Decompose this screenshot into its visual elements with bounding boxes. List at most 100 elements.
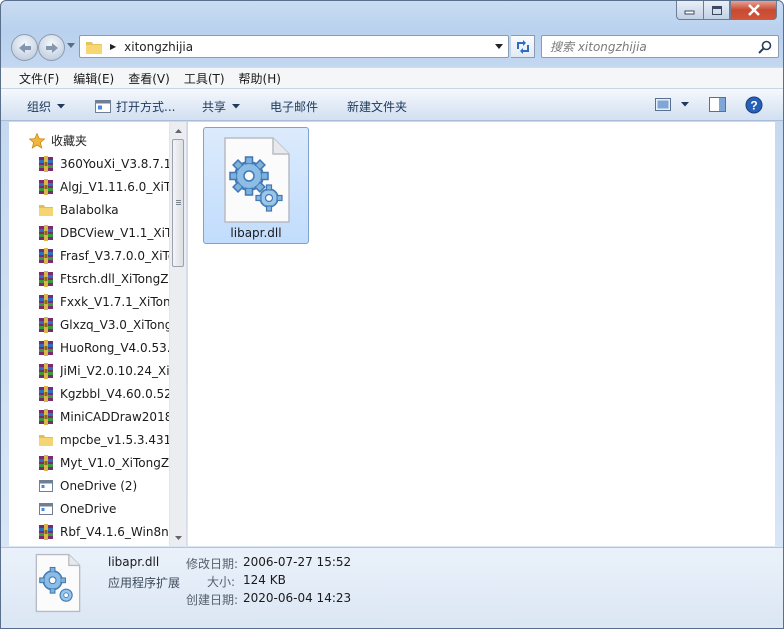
- breadcrumb-separator-icon[interactable]: ▶: [110, 42, 116, 51]
- details-file-name: libapr.dll: [108, 555, 160, 569]
- nav-item[interactable]: MiniCADDraw2018: [9, 405, 171, 428]
- maximize-button[interactable]: [703, 1, 730, 20]
- scroll-down-button[interactable]: [170, 529, 186, 546]
- scroll-up-button[interactable]: [170, 122, 186, 139]
- change-view-icon[interactable]: [655, 98, 671, 111]
- preview-pane-icon[interactable]: [709, 97, 726, 112]
- archive-icon: [39, 224, 53, 241]
- open-with-label: 打开方式...: [116, 100, 176, 114]
- nav-item[interactable]: Fxxk_V1.7.1_XiTong: [9, 290, 171, 313]
- file-item[interactable]: libapr.dll: [203, 127, 309, 244]
- archive-icon: [39, 339, 53, 356]
- address-bar[interactable]: ▶ xitongzhijia: [79, 35, 509, 58]
- back-button[interactable]: [11, 34, 38, 61]
- details-created-value-row: 2020-06-04 14:23: [243, 591, 351, 605]
- archive-icon: [39, 362, 53, 379]
- nav-item[interactable]: Kgzbbl_V4.60.0.520: [9, 382, 171, 405]
- menu-tools[interactable]: 工具(T): [177, 70, 232, 87]
- file-list[interactable]: libapr.dll: [188, 122, 775, 546]
- archive-icon: [39, 523, 53, 540]
- scroll-up-icon: [174, 128, 182, 133]
- window-icon: [39, 479, 53, 492]
- nav-item[interactable]: mpcbe_v1.5.3.4312: [9, 428, 171, 451]
- nav-item[interactable]: OneDrive: [9, 497, 171, 520]
- nav-item[interactable]: HuoRong_V4.0.53.6: [9, 336, 171, 359]
- archive-icon: [39, 385, 53, 402]
- refresh-button[interactable]: [511, 35, 535, 58]
- explorer-window: ▶ xitongzhijia 文件(F) 编辑(E) 查看(V) 工具(T) 帮…: [0, 0, 784, 629]
- details-file-type: 应用程序扩展: [108, 576, 181, 590]
- arrow-left-icon: [18, 42, 31, 53]
- nav-item[interactable]: Myt_V1.0_XiTongZH: [9, 451, 171, 474]
- favorites-node[interactable]: 收藏夹: [9, 129, 171, 152]
- nav-item[interactable]: Rbf_V4.1.6_Win8net: [9, 520, 171, 543]
- nav-item-label: Glxzq_V3.0_XiTongZ: [60, 317, 171, 332]
- share-button[interactable]: 共享: [202, 98, 241, 115]
- archive-icon: [39, 408, 53, 425]
- address-dropdown-icon[interactable]: [495, 44, 503, 50]
- folder-icon: [39, 434, 53, 446]
- archive-icon: [39, 247, 53, 264]
- chevron-down-icon: [232, 104, 241, 109]
- menu-view[interactable]: 查看(V): [121, 70, 177, 87]
- forward-button[interactable]: [38, 34, 65, 61]
- dll-gear-icon: [35, 553, 81, 613]
- close-icon: [747, 4, 760, 16]
- nav-item[interactable]: JiMi_V2.0.10.24_XiT: [9, 359, 171, 382]
- favorites-label: 收藏夹: [51, 134, 88, 148]
- navigation-pane: 收藏夹 360YouXi_V3.8.7.10 Algj_V1.11.6.0_XiT…: [9, 122, 187, 546]
- nav-item-label: OneDrive (2): [60, 478, 138, 493]
- svg-text:?: ?: [750, 99, 757, 113]
- dll-gear-icon: [224, 137, 290, 223]
- star-icon: [29, 132, 45, 149]
- email-button[interactable]: 电子邮件: [270, 98, 318, 115]
- recent-pages-chevron-icon[interactable]: [67, 43, 75, 49]
- archive-icon: [39, 178, 53, 195]
- nav-item-label: Fxxk_V1.7.1_XiTong: [60, 294, 171, 309]
- nav-item[interactable]: Ftsrch.dll_XiTongZh: [9, 267, 171, 290]
- file-name: libapr.dll: [230, 226, 282, 240]
- minimize-button[interactable]: [676, 1, 703, 20]
- nav-item-label: 360YouXi_V3.8.7.10: [60, 156, 171, 171]
- search-input[interactable]: [550, 39, 756, 54]
- refresh-icon: [516, 39, 529, 54]
- details-modified-row: 修改日期:: [186, 555, 238, 572]
- organize-button[interactable]: 组织: [27, 98, 66, 115]
- menu-help[interactable]: 帮助(H): [232, 70, 288, 87]
- folder-icon: [86, 41, 102, 54]
- details-size-label: 大小:: [207, 575, 236, 589]
- nav-item[interactable]: Algj_V1.11.6.0_XiTo: [9, 175, 171, 198]
- nav-item[interactable]: Glxzq_V3.0_XiTongZ: [9, 313, 171, 336]
- details-size-row: 大小:: [207, 573, 235, 590]
- nav-item-label: Rbf_V4.1.6_Win8net: [60, 524, 171, 539]
- nav-item-label: DBCView_V1.1_XiTo: [60, 225, 171, 240]
- search-box[interactable]: [541, 35, 779, 58]
- help-icon[interactable]: ?: [745, 96, 763, 114]
- navigation-list: 收藏夹 360YouXi_V3.8.7.10 Algj_V1.11.6.0_XiT…: [9, 129, 171, 543]
- scroll-thumb[interactable]: [172, 139, 184, 267]
- view-options-chevron-icon[interactable]: [681, 102, 689, 107]
- nav-item[interactable]: DBCView_V1.1_XiTo: [9, 221, 171, 244]
- details-modified-value: 2006-07-27 15:52: [243, 555, 352, 569]
- nav-item[interactable]: Frasf_V3.7.0.0_XiTo: [9, 244, 171, 267]
- nav-scrollbar[interactable]: [169, 122, 186, 546]
- archive-icon: [39, 270, 53, 287]
- breadcrumb-path[interactable]: xitongzhijia: [124, 40, 193, 54]
- share-label: 共享: [202, 100, 227, 114]
- open-with-icon: [95, 100, 111, 113]
- new-folder-button[interactable]: 新建文件夹: [347, 98, 407, 115]
- menu-file[interactable]: 文件(F): [12, 70, 66, 87]
- nav-item-label: Myt_V1.0_XiTongZH: [60, 455, 171, 470]
- nav-item[interactable]: 360YouXi_V3.8.7.10: [9, 152, 171, 175]
- nav-item-label: mpcbe_v1.5.3.4312: [60, 432, 171, 447]
- nav-item[interactable]: OneDrive (2): [9, 474, 171, 497]
- open-with-button[interactable]: 打开方式...: [95, 98, 175, 115]
- details-size-value: 124 KB: [243, 573, 286, 587]
- nav-item-label: OneDrive: [60, 501, 117, 516]
- search-icon[interactable]: [758, 40, 772, 54]
- archive-icon: [39, 316, 53, 333]
- close-button[interactable]: [730, 1, 777, 20]
- menu-edit[interactable]: 编辑(E): [66, 70, 121, 87]
- nav-item[interactable]: Balabolka: [9, 198, 171, 221]
- email-label: 电子邮件: [270, 100, 319, 114]
